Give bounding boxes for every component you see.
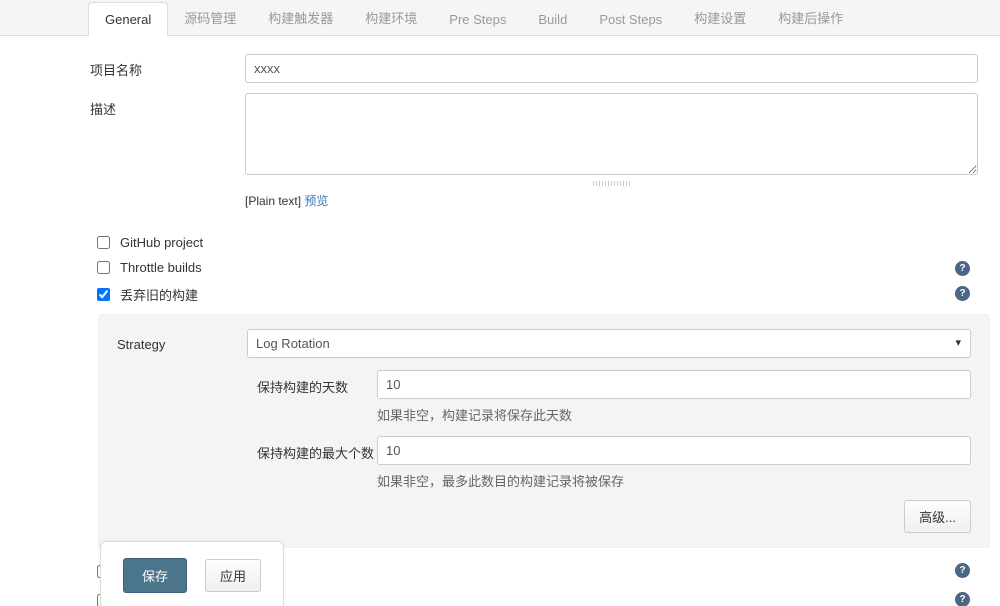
discard-strategy-panel: Strategy Log Rotation 保持构建的天数 如果非空，构建记录将… [98,314,990,548]
preview-link[interactable]: 预览 [304,194,328,208]
tab-general[interactable]: General [88,2,168,36]
options-section: GitHub project Throttle builds ? 丢弃旧的构建 … [0,219,1000,304]
discard-old-builds-checkbox[interactable] [97,288,110,301]
keep-max-input[interactable] [377,436,971,465]
tab-settings-label: 构建设置 [694,11,746,26]
tab-pre-label: Pre Steps [449,12,506,27]
save-button[interactable]: 保存 [123,558,187,593]
tab-env-label: 构建环境 [365,11,417,26]
tab-scm-label: 源码管理 [184,11,236,26]
throttle-builds-label: Throttle builds [120,260,202,275]
keep-max-help: 如果非空，最多此数目的构建记录将被保存 [377,471,971,490]
help-icon[interactable]: ? [955,563,970,578]
plain-text-label: [Plain text] [245,194,301,208]
keep-days-help: 如果非空，构建记录将保存此天数 [377,405,971,424]
tab-post-steps[interactable]: Post Steps [583,3,678,35]
tab-triggers[interactable]: 构建触发器 [252,0,349,35]
tab-scm[interactable]: 源码管理 [168,0,252,35]
project-name-input[interactable] [245,54,978,83]
tab-build-label: Build [538,12,567,27]
discard-old-builds-label: 丢弃旧的构建 [120,285,198,304]
apply-button[interactable]: 应用 [205,559,261,592]
tab-postbuild[interactable]: 构建后操作 [762,0,859,35]
description-label: 描述 [90,93,245,209]
github-project-checkbox[interactable] [97,236,110,249]
tab-pre-steps[interactable]: Pre Steps [433,3,522,35]
help-icon[interactable]: ? [955,592,970,606]
tab-triggers-label: 构建触发器 [268,11,333,26]
tab-settings[interactable]: 构建设置 [678,0,762,35]
tab-general-label: General [105,12,151,27]
help-icon[interactable]: ? [955,261,970,276]
config-tabs: General 源码管理 构建触发器 构建环境 Pre Steps Build … [0,0,1000,36]
strategy-select[interactable]: Log Rotation [247,329,971,358]
project-name-label: 项目名称 [90,54,245,83]
general-section: 项目名称 描述 [Plain text] 预览 [0,36,1000,209]
description-textarea[interactable] [245,93,978,175]
keep-max-label: 保持构建的最大个数 [257,436,377,465]
tab-postbuild-label: 构建后操作 [778,11,843,26]
tab-build[interactable]: Build [522,3,583,35]
github-project-label: GitHub project [120,235,203,250]
keep-days-input[interactable] [377,370,971,399]
throttle-builds-checkbox[interactable] [97,261,110,274]
tab-env[interactable]: 构建环境 [349,0,433,35]
tab-post-label: Post Steps [599,12,662,27]
resize-handle-icon[interactable] [593,181,631,186]
keep-days-label: 保持构建的天数 [257,370,377,399]
strategy-label: Strategy [117,329,247,358]
advanced-button[interactable]: 高级... [904,500,971,533]
help-icon[interactable]: ? [955,286,970,301]
save-footer: 保存 应用 [100,541,284,606]
